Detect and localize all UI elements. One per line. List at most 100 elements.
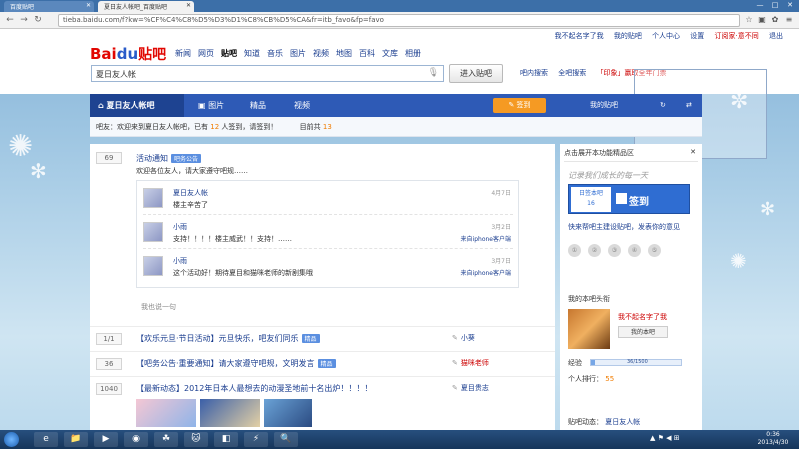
home-icon: ⌂ xyxy=(98,101,107,110)
reply-source[interactable]: 来自iphone客户端 xyxy=(461,268,511,277)
close-icon[interactable]: ✕ xyxy=(86,2,91,9)
bottom-link[interactable]: 夏日友人帐 xyxy=(605,418,640,426)
thread-thumbnail[interactable] xyxy=(136,399,196,427)
baidu-tieba-logo[interactable]: Baidu贴吧 xyxy=(90,44,166,64)
badge-icon[interactable]: ② xyxy=(588,244,601,257)
close-icon[interactable]: ✕ xyxy=(690,148,696,156)
start-button[interactable] xyxy=(4,432,19,447)
settings-link[interactable]: 设置 xyxy=(690,32,704,40)
thread-author[interactable]: ✎ 猫咪老师 xyxy=(452,358,489,368)
address-bar[interactable]: tieba.baidu.com/f?kw=%CF%C4%C8%D5%D3%D1%… xyxy=(58,14,740,27)
badge-icon[interactable]: ① xyxy=(568,244,581,257)
chrome-icon[interactable]: ◉ xyxy=(124,432,148,447)
plugin-icon[interactable]: ✿ xyxy=(770,15,780,25)
tab-featured[interactable]: 精品 xyxy=(242,94,274,117)
nav-zhidao[interactable]: 知道 xyxy=(244,49,260,58)
minimize-button[interactable]: — xyxy=(753,1,767,9)
microphone-icon[interactable]: 🎙 xyxy=(428,68,439,78)
search-icon[interactable]: 🔍 xyxy=(274,432,298,447)
extension-icon[interactable]: ▣ xyxy=(757,15,767,25)
clock[interactable]: 0:36 2013/4/30 xyxy=(753,431,793,447)
avatar[interactable] xyxy=(143,256,163,276)
close-window-button[interactable]: ✕ xyxy=(783,1,797,9)
thread-title[interactable]: 【吧务公告·重要通知】请大家遵守吧规，文明发言 精品 xyxy=(136,358,336,369)
nav-news[interactable]: 新闻 xyxy=(175,49,191,58)
thread-author[interactable]: ✎ 小葵 xyxy=(452,333,475,343)
badge-icon[interactable]: ④ xyxy=(628,244,641,257)
pen-icon: ✎ xyxy=(452,334,458,342)
close-icon[interactable]: ✕ xyxy=(186,2,191,9)
menu-icon[interactable]: ≡ xyxy=(784,15,794,25)
reload-icon[interactable]: ↻ xyxy=(32,14,44,26)
nav-wenku[interactable]: 文库 xyxy=(382,49,398,58)
thread-title[interactable]: 【最新动态】2012年日本人最想去的动漫圣地前十名出炉！！！！ xyxy=(136,383,372,394)
tab-forum-home[interactable]: ⌂ 夏日友人帐吧 xyxy=(90,94,184,117)
avatar[interactable] xyxy=(568,309,610,349)
sidebar-username[interactable]: 我不起名字了我 xyxy=(618,312,667,322)
swap-icon[interactable]: ⇄ xyxy=(686,94,692,117)
reply-item: 小雨 支持！！！！楼主威武！！支持！…… 3月2日 来自iphone客户端 xyxy=(143,219,513,249)
app-icon[interactable]: ☘ xyxy=(154,432,178,447)
search-input[interactable]: 夏日友人帐 🎙 xyxy=(91,65,444,82)
search-in-forum-link[interactable]: 吧内搜索 xyxy=(520,69,548,77)
back-icon[interactable]: ← xyxy=(4,14,16,26)
sign-in-card[interactable]: 日签本吧 16 签到 xyxy=(568,184,690,214)
badge-icon[interactable]: ⑤ xyxy=(648,244,661,257)
pen-icon: ✎ xyxy=(452,359,458,367)
nav-tieba[interactable]: 贴吧 xyxy=(221,49,237,58)
thread-title[interactable]: 【欢乐元旦·节日活动】元旦快乐，吧友们同乐 精品 xyxy=(136,333,320,344)
thread-author[interactable]: ✎ 夏目贵志 xyxy=(452,383,489,393)
refresh-icon[interactable]: ↻ xyxy=(660,94,666,117)
thread-title[interactable]: 活动通知 吧务公告 xyxy=(136,153,202,164)
reply-text: 支持！！！！楼主威武！！支持！…… xyxy=(173,235,292,243)
my-tieba-link[interactable]: 我的贴吧 xyxy=(614,32,642,40)
info-text: 目前共 xyxy=(299,123,321,131)
personal-center-link[interactable]: 个人中心 xyxy=(652,32,680,40)
my-forum-button[interactable]: 我的本吧 xyxy=(618,326,668,338)
browser-tab-2[interactable]: 夏日友人帐吧_百度贴吧 ✕ xyxy=(98,1,194,12)
star-icon[interactable]: ☆ xyxy=(744,15,754,25)
nav-album[interactable]: 相册 xyxy=(405,49,421,58)
nav-images[interactable]: 图片 xyxy=(290,49,306,58)
thread-thumbnail[interactable] xyxy=(200,399,260,427)
reply-author[interactable]: 夏日友人帐 xyxy=(173,188,208,198)
avatar[interactable] xyxy=(143,222,163,242)
reply-input-prompt[interactable]: 我也说一句 xyxy=(141,302,176,312)
enter-forum-button[interactable]: 进入贴吧 xyxy=(449,64,503,83)
sign-in-button[interactable]: ✎ 签到 xyxy=(493,98,546,113)
reply-text: 楼主辛苦了 xyxy=(173,201,208,209)
table-row: 1/1 【欢乐元旦·节日活动】元旦快乐，吧友们同乐 精品 ✎ 小葵 xyxy=(90,326,555,350)
flash-icon[interactable]: ⚡ xyxy=(244,432,268,447)
app-icon[interactable]: ◧ xyxy=(214,432,238,447)
reply-author[interactable]: 小雨 xyxy=(173,256,187,266)
thread-thumbnail[interactable] xyxy=(264,399,312,427)
reply-source[interactable]: 来自iphone客户端 xyxy=(461,234,511,243)
maximize-button[interactable]: □ xyxy=(768,1,782,9)
nav-music[interactable]: 音乐 xyxy=(267,49,283,58)
nav-web[interactable]: 网页 xyxy=(198,49,214,58)
my-forums-menu[interactable]: 我的贴吧 xyxy=(590,94,618,117)
tab-video[interactable]: 视频 xyxy=(286,94,318,117)
ie-icon[interactable]: e xyxy=(34,432,58,447)
promo-link[interactable]: 订阅家·意不同 xyxy=(715,32,759,40)
search-all-link[interactable]: 全吧搜索 xyxy=(558,69,586,77)
nav-map[interactable]: 地图 xyxy=(336,49,352,58)
reply-author[interactable]: 小雨 xyxy=(173,222,187,232)
media-player-icon[interactable]: ▶ xyxy=(94,432,118,447)
badge-icon[interactable]: ③ xyxy=(608,244,621,257)
nav-baike[interactable]: 百科 xyxy=(359,49,375,58)
pen-icon: ✎ xyxy=(508,101,517,109)
username-link[interactable]: 我不起名字了我 xyxy=(555,32,604,40)
system-tray[interactable]: ▲ ⚑ ◀ ⊞ xyxy=(650,434,680,442)
nav-video[interactable]: 视频 xyxy=(313,49,329,58)
forward-icon[interactable]: → xyxy=(18,14,30,26)
app-icon[interactable]: 🐱 xyxy=(184,432,208,447)
sign-count: 12 xyxy=(210,123,220,131)
sign-info-link[interactable]: 快来帮吧主建设贴吧，发表你的意见 xyxy=(568,222,680,232)
tab-images[interactable]: ▣ 图片 xyxy=(190,94,232,117)
logout-link[interactable]: 退出 xyxy=(769,32,783,40)
browser-tab-1[interactable]: 百度贴吧 ✕ xyxy=(4,1,94,12)
folder-icon[interactable]: 📁 xyxy=(64,432,88,447)
sidebar-header[interactable]: 点击展开本功能精品区 ✕ xyxy=(564,148,698,162)
avatar[interactable] xyxy=(143,188,163,208)
